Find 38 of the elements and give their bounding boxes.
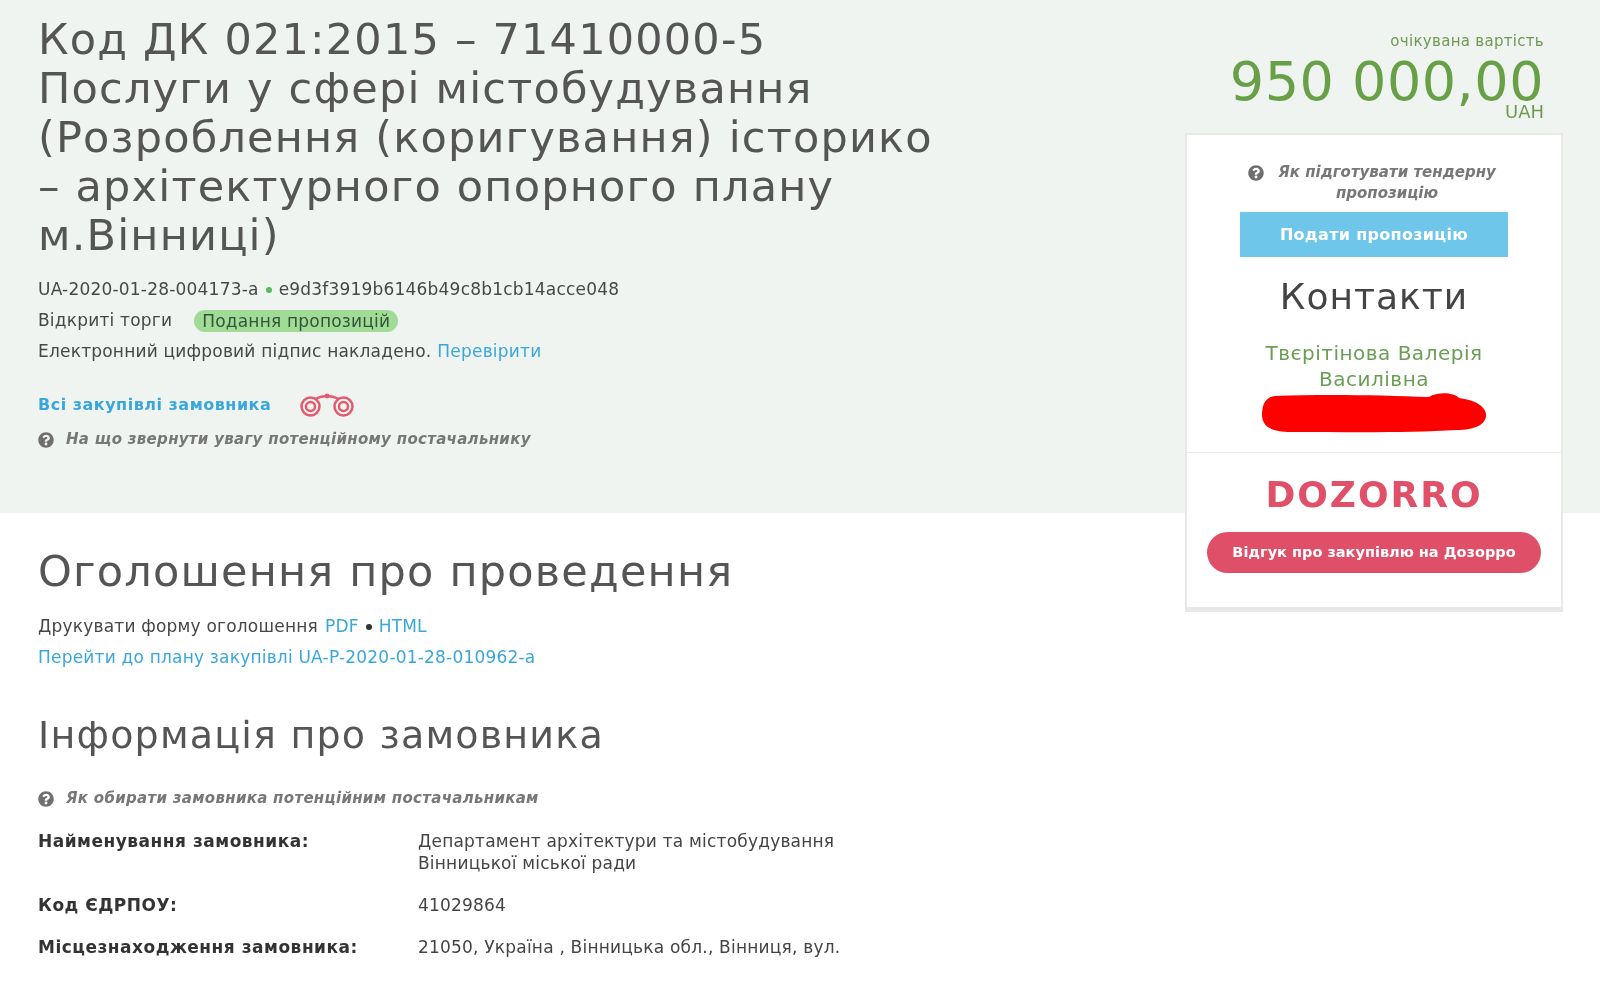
- help-icon: [38, 431, 54, 448]
- contacts-heading: Контакти: [1279, 277, 1469, 317]
- tender-hash: e9d3f3919b6146b49c8b1cb14acce048: [278, 278, 620, 301]
- logo: DOZORRO: [1265, 475, 1483, 515]
- plan-link[interactable]: Перейти до плану закупівлі UA-P-2020-01-28-010962-a: [38, 647, 536, 667]
- feedback-button[interactable]: Відгук про закупівлю на Дозорро: [1207, 532, 1541, 573]
- customer-purchases-link[interactable]: Всі закупівлі замовника: [38, 392, 272, 417]
- help-icon: [1248, 165, 1264, 181]
- procedure-type: Відкриті торги: [38, 309, 173, 332]
- dot-icon: [365, 623, 372, 630]
- signature-note: Електронний цифровий підпис накладено.: [38, 340, 432, 363]
- price-label: очікувана вартість: [1390, 31, 1544, 51]
- help-link[interactable]: На що звернути увагу потенційному постачальнику: [66, 428, 531, 451]
- tender-id: UA-2020-01-28-004173-a: [38, 278, 259, 301]
- section-heading: Оголошення про проведення: [38, 547, 734, 596]
- dot-icon: [265, 286, 272, 293]
- section-heading: Інформація про замовника: [38, 712, 604, 759]
- print-label: Друкувати форму оголошення: [38, 615, 318, 638]
- field-value: Департамент архітектури та містобудування Вінницької міської ради: [418, 830, 836, 874]
- page-title: Послуги у сфері містобудування (Розроблення (коригування) історико – архітектурного опорного плану м.Вінниці): [38, 64, 934, 260]
- help-link[interactable]: Як обирати замовника потенційним постачальникам: [66, 787, 539, 810]
- print-format-link[interactable]: HTML: [378, 611, 427, 642]
- title-code: Код ДК 021:2015 – 71410000-5: [38, 15, 767, 64]
- field-value: 21050, Україна , Вінницька обл., Вінниця, вул.: [418, 936, 842, 958]
- field-value: 41029864: [418, 894, 508, 916]
- price-amount: 950 000,00: [1229, 60, 1544, 104]
- currency: UAH: [1504, 102, 1544, 122]
- field-label: Місцезнаходження замовника:: [38, 936, 359, 958]
- binoculars-icon[interactable]: [298, 392, 357, 417]
- print-format-link[interactable]: PDF: [324, 611, 359, 642]
- verify-link[interactable]: Перевірити: [437, 336, 542, 367]
- help-icon: [38, 790, 54, 807]
- help-link[interactable]: Як підготувати тендерну пропозицію: [1274, 162, 1500, 204]
- submit-offer-button[interactable]: Подати пропозицію: [1240, 212, 1508, 257]
- contact-name: Твєрітінова Валерія Василівна: [1264, 340, 1484, 392]
- field-label: Код ЄДРПОУ:: [38, 894, 179, 916]
- field-label: Найменування замовника:: [38, 830, 311, 853]
- status-badge: Подання пропозицій: [194, 309, 399, 332]
